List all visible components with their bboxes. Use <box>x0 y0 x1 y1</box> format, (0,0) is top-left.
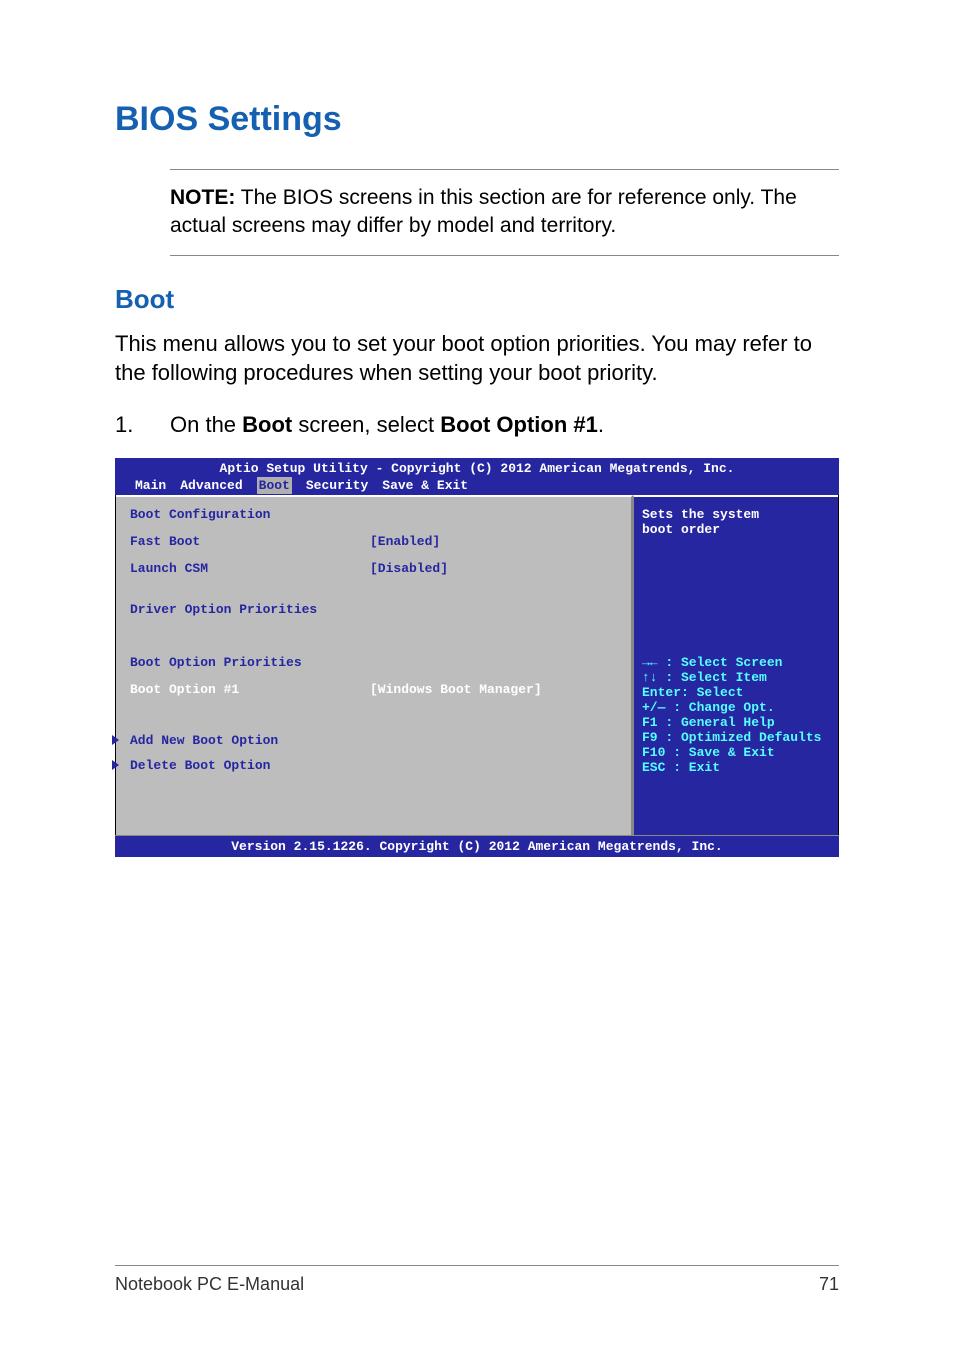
tab-security: Security <box>306 478 368 493</box>
step-1: 1.On the Boot screen, select Boot Option… <box>115 410 839 440</box>
launch-csm-label: Launch CSM <box>130 561 370 576</box>
step-bold-option: Boot Option #1 <box>440 412 598 437</box>
footer-page-number: 71 <box>819 1274 839 1295</box>
key-enter-select: Enter: Select <box>642 685 830 700</box>
tab-advanced: Advanced <box>180 478 242 493</box>
tab-boot: Boot <box>257 477 292 494</box>
footer-doc-title: Notebook PC E-Manual <box>115 1274 304 1295</box>
step-text-pre: On the <box>170 412 242 437</box>
launch-csm-value: [Disabled] <box>370 561 448 576</box>
note-box: NOTE: The BIOS screens in this section a… <box>170 169 839 256</box>
bios-screenshot: Aptio Setup Utility - Copyright (C) 2012… <box>115 458 839 857</box>
fast-boot-value: [Enabled] <box>370 534 440 549</box>
intro-paragraph: This menu allows you to set your boot op… <box>115 329 839 388</box>
boot-configuration-heading: Boot Configuration <box>130 507 370 522</box>
tab-main: Main <box>135 478 166 493</box>
page-title: BIOS Settings <box>115 100 839 139</box>
driver-priorities-heading: Driver Option Priorities <box>130 602 617 617</box>
bios-left-panel: Boot Configuration Fast Boot [Enabled] L… <box>116 495 633 835</box>
boot-option-1-value: [Windows Boot Manager] <box>370 682 542 697</box>
key-general-help: F1 : General Help <box>642 715 830 730</box>
bios-right-panel: Sets the system boot order →← : Select S… <box>633 495 838 835</box>
delete-boot-option-label: Delete Boot Option <box>130 758 270 773</box>
help-description-line2: boot order <box>642 522 830 537</box>
step-text-post: . <box>598 412 604 437</box>
section-heading-boot: Boot <box>115 284 839 315</box>
delete-boot-option: Delete Boot Option <box>130 758 617 773</box>
key-optimized-defaults: F9 : Optimized Defaults <box>642 730 830 745</box>
key-change-opt: +/— : Change Opt. <box>642 700 830 715</box>
key-select-item: ↑↓ : Select Item <box>642 670 830 685</box>
note-label: NOTE: <box>170 186 235 209</box>
step-number: 1. <box>115 410 170 440</box>
bios-title-bar: Aptio Setup Utility - Copyright (C) 2012… <box>115 458 839 476</box>
step-bold-boot: Boot <box>242 412 292 437</box>
add-new-boot-option-label: Add New Boot Option <box>130 733 278 748</box>
help-description-line1: Sets the system <box>642 507 830 522</box>
key-exit: ESC : Exit <box>642 760 830 775</box>
key-select-screen: →← : Select Screen <box>642 655 830 670</box>
chevron-right-icon <box>112 760 119 770</box>
add-new-boot-option: Add New Boot Option <box>130 733 617 748</box>
chevron-right-icon <box>112 735 119 745</box>
boot-option-1-label: Boot Option #1 <box>130 682 370 697</box>
bios-tab-bar: Main Advanced Boot Security Save & Exit <box>115 476 839 495</box>
note-text: The BIOS screens in this section are for… <box>170 186 797 237</box>
bios-footer: Version 2.15.1226. Copyright (C) 2012 Am… <box>115 835 839 857</box>
boot-priorities-heading: Boot Option Priorities <box>130 655 617 670</box>
tab-save-exit: Save & Exit <box>382 478 468 493</box>
page-footer: Notebook PC E-Manual 71 <box>115 1265 839 1295</box>
key-save-exit: F10 : Save & Exit <box>642 745 830 760</box>
step-text-mid: screen, select <box>292 412 440 437</box>
fast-boot-label: Fast Boot <box>130 534 370 549</box>
